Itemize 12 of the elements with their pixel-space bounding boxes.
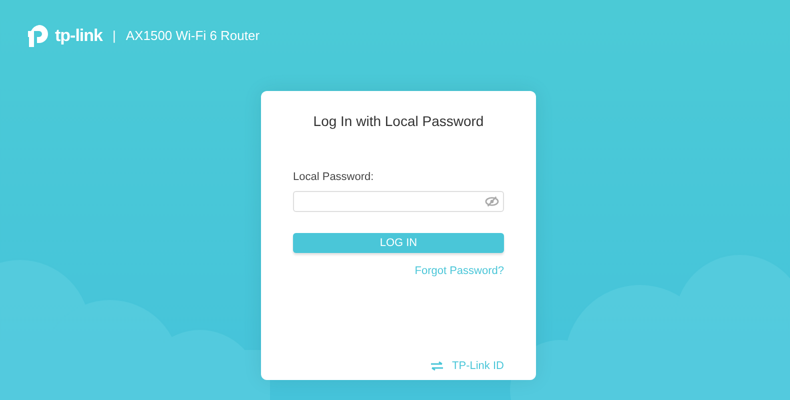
product-name: AX1500 Wi-Fi 6 Router: [126, 27, 260, 46]
header-separator: |: [112, 27, 116, 46]
forgot-password-link[interactable]: Forgot Password?: [414, 264, 504, 277]
login-title: Log In with Local Password: [312, 112, 485, 131]
tp-link-id-link[interactable]: TP-Link ID: [452, 358, 504, 374]
logo-icon: [27, 24, 51, 48]
eye-slash-icon[interactable]: [485, 196, 499, 207]
swap-arrows-icon: [430, 361, 444, 371]
brand-name: tp-link: [55, 25, 102, 48]
password-label: Local Password:: [293, 170, 374, 185]
password-field[interactable]: [293, 191, 504, 212]
login-button[interactable]: LOG IN: [293, 233, 504, 253]
